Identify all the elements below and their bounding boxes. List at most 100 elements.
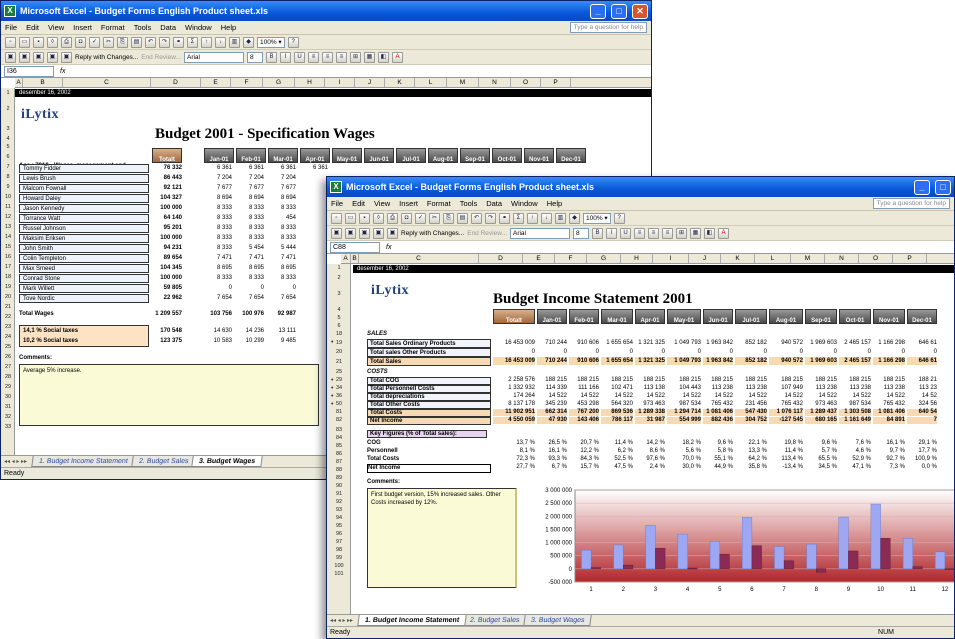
cost-row-label[interactable]: Net Income [367,417,491,425]
menu-window[interactable]: Window [185,23,212,32]
row-header[interactable]: 33 [1,424,15,430]
preview-icon[interactable]: ◘ [401,212,412,224]
autosum-icon[interactable]: Σ [187,36,198,48]
reply-with-changes[interactable]: Reply with Changes... [75,54,138,61]
maximize-button[interactable]: □ [935,179,951,195]
column-header[interactable]: O [511,78,541,87]
tab-budget-wages[interactable]: 3. Budget Wages [522,615,592,626]
bar-series-2[interactable] [880,538,891,570]
group-toggle-icon[interactable]: • [331,339,333,346]
monthly-wage[interactable]: 8 333 [236,234,264,242]
column-header[interactable]: B [351,254,359,263]
row-header[interactable]: 100 [327,563,351,569]
monthly-wage[interactable]: 8 695 [268,264,296,272]
column-header[interactable]: K [721,254,755,263]
column-header[interactable]: G [587,254,621,263]
group-toggle-icon[interactable]: • [331,377,333,384]
employee-name[interactable]: Jason Kennedy [19,204,149,213]
review-icon[interactable]: ▣ [33,51,44,63]
column-header[interactable]: M [791,254,825,263]
fill-color-icon[interactable]: ◧ [377,51,389,63]
monthly-wage[interactable]: 8 333 [236,214,264,222]
group-toggle-icon[interactable]: • [331,393,333,400]
bar-series-2[interactable] [751,545,762,570]
monthly-wage[interactable]: 8 333 [204,274,232,282]
group-toggle-icon[interactable]: • [331,401,333,408]
row-header[interactable]: 1 [1,90,15,96]
row-header[interactable]: 81 [327,409,351,415]
cost-row-label[interactable]: Total depreciations [367,393,491,401]
row-header[interactable]: 99 [327,555,351,561]
underline-icon[interactable]: U [619,227,631,239]
sales-row-label[interactable]: Total Sales Ordinary Products [367,339,491,348]
monthly-wage[interactable]: 7 654 [268,294,296,302]
key-figure-label[interactable]: Total Costs [367,456,399,463]
column-header[interactable]: N [479,78,511,87]
review-icon[interactable]: ▣ [331,227,342,239]
menu-view[interactable]: View [374,199,390,208]
row-header[interactable]: 20 [327,349,351,355]
bar-series-2[interactable] [623,564,634,570]
new-icon[interactable]: ▫ [331,212,342,224]
permission-icon[interactable]: ◊ [47,36,58,48]
column-header[interactable]: J [689,254,721,263]
employee-name[interactable]: Maksim Eriksen [19,234,149,243]
row-header[interactable]: 85 [327,443,351,449]
row-header[interactable]: 14 [1,234,15,240]
monthly-wage[interactable]: 7 471 [236,254,264,262]
menu-insert[interactable]: Insert [73,23,92,32]
key-figure-label[interactable]: COG [367,440,381,447]
center-icon[interactable]: ≡ [321,51,333,63]
row-header[interactable]: 18 [327,331,351,337]
monthly-wage[interactable]: 6 361 [236,164,264,172]
row-header[interactable]: 10 [1,194,15,200]
column-header[interactable]: A [341,254,351,263]
minimize-button[interactable]: _ [590,3,606,19]
sort-desc-icon[interactable]: ↓ [215,36,226,48]
row-header[interactable]: 83 [327,427,351,433]
monthly-wage[interactable]: 0 [268,284,296,292]
row-header[interactable]: 6 [1,154,15,160]
key-figure-label[interactable]: Personnell [367,448,398,455]
autosum-icon[interactable]: Σ [513,212,524,224]
row-header[interactable]: 97 [327,539,351,545]
chart-wizard-icon[interactable]: ▥ [555,212,566,224]
paste-icon[interactable]: ▤ [131,36,142,48]
employee-name[interactable]: Tove Nordic [19,294,149,303]
menu-tools[interactable]: Tools [134,23,152,32]
employee-name[interactable]: Conrad Stone [19,274,149,283]
cost-row-label[interactable]: Total Costs [367,409,491,417]
monthly-wage[interactable]: 0 [204,284,232,292]
column-header[interactable]: P [541,78,571,87]
row-header[interactable]: 5 [1,144,15,150]
monthly-wage[interactable]: 8 333 [236,204,264,212]
ask-question-input[interactable]: Type a question for help [872,198,950,209]
tab-budget-wages[interactable]: 3. Budget Wages [191,456,264,467]
close-button[interactable]: ✕ [632,3,648,19]
fx-icon[interactable]: fx [386,244,391,251]
column-header[interactable]: H [295,78,325,87]
menu-view[interactable]: View [48,23,64,32]
menu-help[interactable]: Help [221,23,236,32]
column-header[interactable]: I [653,254,689,263]
sales-row-label[interactable]: Total sales Other Products [367,348,491,357]
monthly-wage[interactable]: 7 677 [204,184,232,192]
monthly-wage[interactable]: 8 333 [204,224,232,232]
bar-series-1[interactable] [742,517,753,570]
row-header[interactable]: 8 [1,174,15,180]
font-select[interactable]: Arial [509,227,570,239]
zoom-select[interactable]: 100% ▾ [583,212,611,224]
row-header[interactable]: 12 [1,214,15,220]
ask-question-input[interactable]: Type a question for help [569,22,647,33]
open-icon[interactable]: ▭ [19,36,30,48]
employee-name[interactable]: Tommy Fidder [19,164,149,173]
cost-row-label[interactable]: Total Other Costs [367,401,491,409]
row-header[interactable]: 7 [1,164,15,170]
borders-icon[interactable]: ▦ [689,227,701,239]
bold-icon[interactable]: B [591,227,603,239]
row-header[interactable]: 16 [1,254,15,260]
row-header[interactable]: 26 [1,354,15,360]
align-left-icon[interactable]: ≡ [633,227,645,239]
menu-file[interactable]: File [5,23,17,32]
monthly-wage[interactable]: 8 333 [268,204,296,212]
